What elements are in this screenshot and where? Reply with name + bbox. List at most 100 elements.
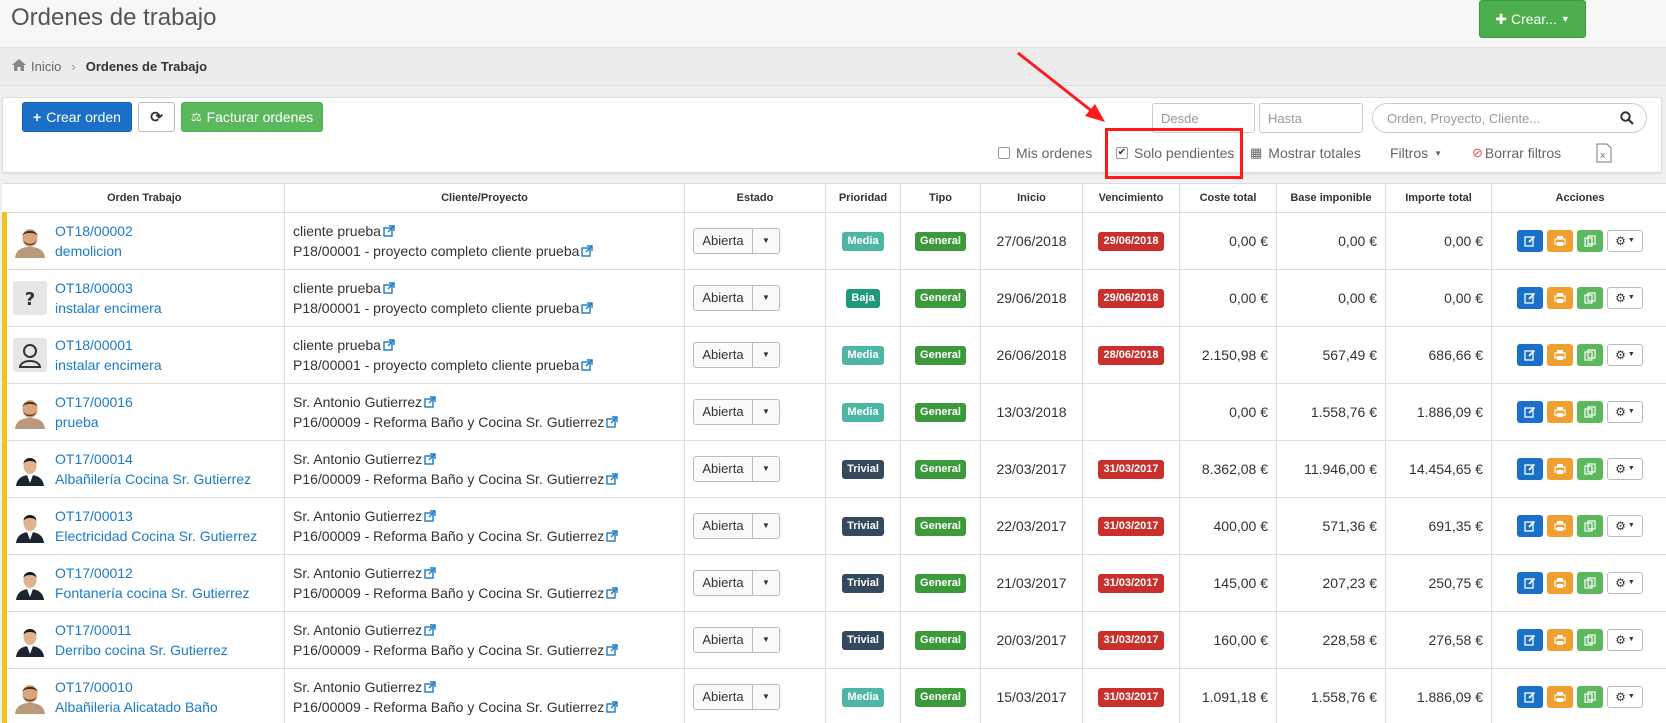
estado-button[interactable]: Abierta bbox=[693, 284, 753, 311]
copy-button[interactable] bbox=[1577, 343, 1603, 366]
external-link-icon[interactable] bbox=[424, 680, 436, 693]
copy-button[interactable] bbox=[1577, 229, 1603, 252]
export-excel-button[interactable]: x bbox=[1596, 143, 1612, 163]
estado-dropdown-toggle[interactable]: ▼ bbox=[753, 227, 780, 254]
edit-button[interactable] bbox=[1517, 286, 1543, 309]
order-name-link[interactable]: Electricidad Cocina Sr. Gutierrez bbox=[55, 526, 257, 546]
col-prioridad[interactable]: Prioridad bbox=[825, 184, 901, 213]
col-base[interactable]: Base imponible bbox=[1276, 184, 1386, 213]
order-name-link[interactable]: Albañilería Cocina Sr. Gutierrez bbox=[55, 469, 251, 489]
estado-button[interactable]: Abierta bbox=[693, 683, 753, 710]
col-inicio[interactable]: Inicio bbox=[980, 184, 1083, 213]
more-actions-dropdown[interactable]: ⚙ ▼ bbox=[1607, 286, 1643, 309]
edit-button[interactable] bbox=[1517, 229, 1543, 252]
col-importe[interactable]: Importe total bbox=[1385, 184, 1492, 213]
estado-dropdown-toggle[interactable]: ▼ bbox=[753, 455, 780, 482]
print-button[interactable] bbox=[1547, 343, 1573, 366]
col-tipo[interactable]: Tipo bbox=[900, 184, 981, 213]
invoice-orders-button[interactable]: ⚖ Facturar ordenes bbox=[181, 102, 323, 132]
order-code-link[interactable]: OT17/00014 bbox=[55, 449, 251, 469]
copy-button[interactable] bbox=[1577, 571, 1603, 594]
external-link-icon[interactable] bbox=[606, 529, 618, 542]
estado-dropdown-toggle[interactable]: ▼ bbox=[753, 284, 780, 311]
col-orden[interactable]: Orden Trabajo bbox=[4, 184, 285, 213]
external-link-icon[interactable] bbox=[383, 224, 395, 237]
edit-button[interactable] bbox=[1517, 571, 1543, 594]
filtros-dropdown[interactable]: Filtros ▼ bbox=[1390, 143, 1442, 163]
estado-button[interactable]: Abierta bbox=[693, 512, 753, 539]
order-code-link[interactable]: OT17/00012 bbox=[55, 563, 250, 583]
external-link-icon[interactable] bbox=[581, 358, 594, 371]
create-order-button[interactable]: + Crear orden bbox=[22, 102, 132, 132]
edit-button[interactable] bbox=[1517, 685, 1543, 708]
refresh-button[interactable]: ⟳ bbox=[138, 102, 175, 132]
external-link-icon[interactable] bbox=[424, 395, 436, 408]
copy-button[interactable] bbox=[1577, 286, 1603, 309]
order-code-link[interactable]: OT18/00003 bbox=[55, 278, 162, 298]
print-button[interactable] bbox=[1547, 229, 1573, 252]
external-link-icon[interactable] bbox=[581, 301, 594, 314]
mostrar-totales-button[interactable]: ▦ Mostrar totales bbox=[1250, 143, 1361, 163]
more-actions-dropdown[interactable]: ⚙ ▼ bbox=[1607, 628, 1643, 651]
edit-button[interactable] bbox=[1517, 400, 1543, 423]
external-link-icon[interactable] bbox=[581, 244, 594, 257]
edit-button[interactable] bbox=[1517, 343, 1543, 366]
order-code-link[interactable]: OT17/00011 bbox=[55, 620, 228, 640]
order-name-link[interactable]: Fontanería cocina Sr. Gutierrez bbox=[55, 583, 250, 603]
estado-button[interactable]: Abierta bbox=[693, 227, 753, 254]
borrar-filtros-button[interactable]: ⊘ Borrar filtros bbox=[1472, 143, 1561, 163]
estado-dropdown-toggle[interactable]: ▼ bbox=[753, 341, 780, 368]
search-button[interactable] bbox=[1607, 103, 1647, 133]
external-link-icon[interactable] bbox=[424, 623, 436, 636]
order-name-link[interactable]: Albañileria Alicatado Baño bbox=[55, 697, 218, 717]
order-name-link[interactable]: instalar encimera bbox=[55, 355, 162, 375]
copy-button[interactable] bbox=[1577, 400, 1603, 423]
print-button[interactable] bbox=[1547, 628, 1573, 651]
estado-button[interactable]: Abierta bbox=[693, 626, 753, 653]
order-name-link[interactable]: instalar encimera bbox=[55, 298, 162, 318]
print-button[interactable] bbox=[1547, 286, 1573, 309]
print-button[interactable] bbox=[1547, 457, 1573, 480]
estado-dropdown-toggle[interactable]: ▼ bbox=[753, 398, 780, 425]
create-menu-button[interactable]: ✚ Crear... ▼ bbox=[1479, 0, 1586, 38]
external-link-icon[interactable] bbox=[424, 509, 436, 522]
mis-ordenes-checkbox[interactable] bbox=[998, 147, 1010, 159]
order-name-link[interactable]: prueba bbox=[55, 412, 133, 432]
estado-dropdown-toggle[interactable]: ▼ bbox=[753, 626, 780, 653]
col-cliente[interactable]: Cliente/Proyecto bbox=[284, 184, 685, 213]
estado-dropdown-toggle[interactable]: ▼ bbox=[753, 569, 780, 596]
col-estado[interactable]: Estado bbox=[684, 184, 826, 213]
print-button[interactable] bbox=[1547, 571, 1573, 594]
estado-button[interactable]: Abierta bbox=[693, 455, 753, 482]
order-code-link[interactable]: OT17/00016 bbox=[55, 392, 133, 412]
copy-button[interactable] bbox=[1577, 457, 1603, 480]
more-actions-dropdown[interactable]: ⚙ ▼ bbox=[1607, 514, 1643, 537]
external-link-icon[interactable] bbox=[606, 643, 618, 656]
order-code-link[interactable]: OT17/00010 bbox=[55, 677, 218, 697]
estado-button[interactable]: Abierta bbox=[693, 398, 753, 425]
more-actions-dropdown[interactable]: ⚙ ▼ bbox=[1607, 685, 1643, 708]
external-link-icon[interactable] bbox=[383, 281, 395, 294]
more-actions-dropdown[interactable]: ⚙ ▼ bbox=[1607, 400, 1643, 423]
edit-button[interactable] bbox=[1517, 514, 1543, 537]
print-button[interactable] bbox=[1547, 400, 1573, 423]
order-name-link[interactable]: Derribo cocina Sr. Gutierrez bbox=[55, 640, 228, 660]
print-button[interactable] bbox=[1547, 514, 1573, 537]
search-input[interactable] bbox=[1372, 103, 1608, 133]
external-link-icon[interactable] bbox=[424, 566, 436, 579]
more-actions-dropdown[interactable]: ⚙ ▼ bbox=[1607, 229, 1643, 252]
more-actions-dropdown[interactable]: ⚙ ▼ bbox=[1607, 457, 1643, 480]
col-coste[interactable]: Coste total bbox=[1179, 184, 1277, 213]
edit-button[interactable] bbox=[1517, 457, 1543, 480]
copy-button[interactable] bbox=[1577, 685, 1603, 708]
copy-button[interactable] bbox=[1577, 514, 1603, 537]
mis-ordenes-option[interactable]: Mis ordenes bbox=[998, 143, 1092, 163]
external-link-icon[interactable] bbox=[606, 472, 618, 485]
external-link-icon[interactable] bbox=[424, 452, 436, 465]
external-link-icon[interactable] bbox=[606, 586, 618, 599]
estado-button[interactable]: Abierta bbox=[693, 341, 753, 368]
more-actions-dropdown[interactable]: ⚙ ▼ bbox=[1607, 571, 1643, 594]
estado-dropdown-toggle[interactable]: ▼ bbox=[753, 683, 780, 710]
order-code-link[interactable]: OT18/00001 bbox=[55, 335, 162, 355]
estado-button[interactable]: Abierta bbox=[693, 569, 753, 596]
